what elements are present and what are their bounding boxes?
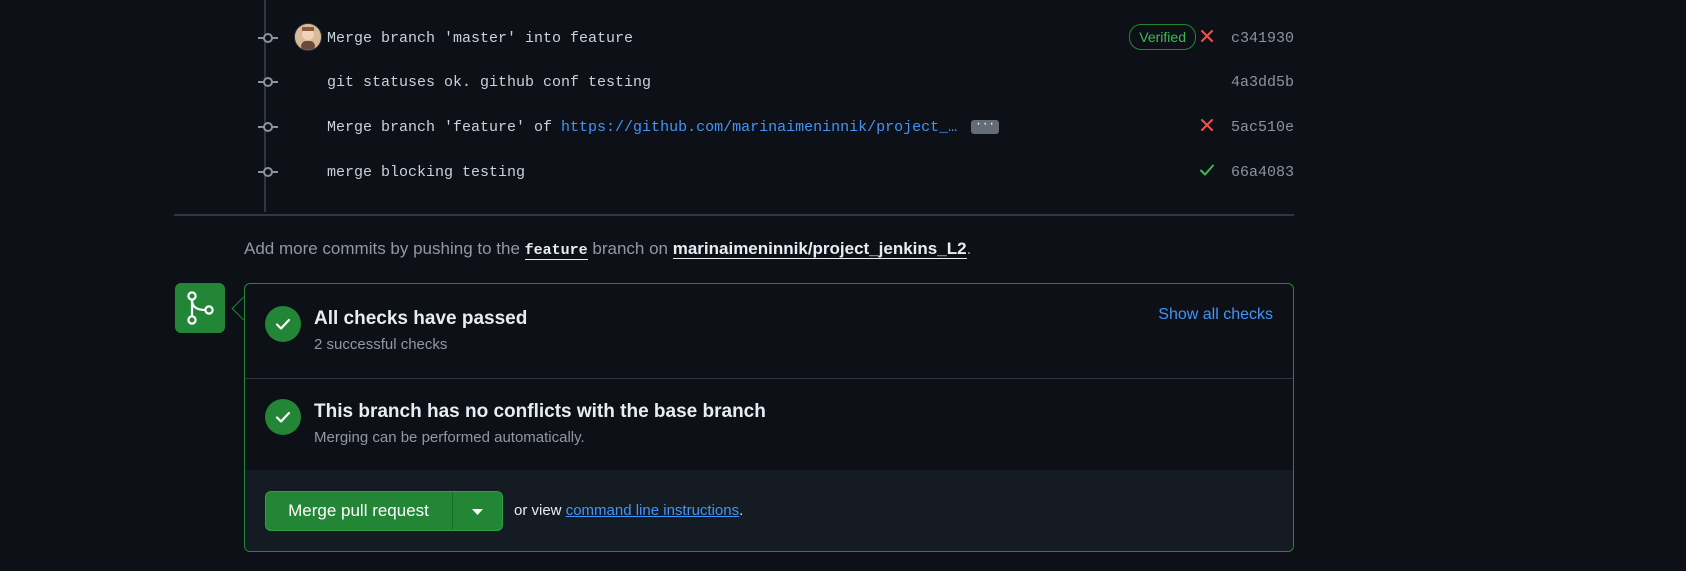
commit-row: merge blocking testing 66a4083 xyxy=(240,150,1294,194)
push-hint: Add more commits by pushing to the featu… xyxy=(244,239,972,260)
push-hint-middle: branch on xyxy=(587,239,673,258)
commit-node-icon xyxy=(258,167,278,177)
merge-options-dropdown[interactable] xyxy=(453,492,502,530)
commit-sha-link[interactable]: 4a3dd5b xyxy=(1231,74,1294,91)
commit-sha-link[interactable]: c341930 xyxy=(1231,30,1294,47)
conflicts-section: This branch has no conflicts with the ba… xyxy=(245,379,1293,470)
conflicts-subtitle: Merging can be performed automatically. xyxy=(314,429,585,446)
or-view-text: or view xyxy=(514,502,566,519)
commit-message-link[interactable]: https://github.com/marinaimeninnik/proje… xyxy=(561,119,957,136)
show-all-checks-link[interactable]: Show all checks xyxy=(1158,306,1273,324)
no-conflicts-icon xyxy=(265,399,301,435)
command-line-hint: or view command line instructions. xyxy=(514,502,743,519)
author-avatar[interactable] xyxy=(294,23,322,51)
merge-pull-request-button[interactable]: Merge pull request xyxy=(266,492,451,530)
commit-message[interactable]: git statuses ok. github conf testing xyxy=(327,74,651,91)
expand-message-button[interactable]: ··· xyxy=(971,120,1000,135)
failure-x-icon[interactable] xyxy=(1198,27,1216,45)
commit-node-icon xyxy=(258,122,278,132)
merge-button-group: Merge pull request xyxy=(265,491,503,531)
commit-node-icon xyxy=(258,77,278,87)
merge-box: All checks have passed 2 successful chec… xyxy=(244,283,1294,552)
verified-badge[interactable]: Verified xyxy=(1129,24,1196,50)
commit-row: Merge branch 'feature' of https://github… xyxy=(240,105,1294,149)
commit-message[interactable]: merge blocking testing xyxy=(327,164,525,181)
commit-row: git statuses ok. github conf testing 4a3… xyxy=(240,60,1294,104)
push-hint-suffix: . xyxy=(966,239,972,258)
push-hint-prefix: Add more commits by pushing to the xyxy=(244,239,525,258)
or-view-suffix: . xyxy=(739,502,744,519)
failure-x-icon[interactable] xyxy=(1198,116,1216,134)
checks-section: All checks have passed 2 successful chec… xyxy=(245,284,1293,378)
success-check-icon[interactable] xyxy=(1198,161,1216,179)
branch-name[interactable]: feature xyxy=(524,242,588,260)
commit-node-icon xyxy=(258,33,278,43)
command-line-instructions-link[interactable]: command line instructions xyxy=(566,502,739,519)
checks-subtitle: 2 successful checks xyxy=(314,336,448,353)
conflicts-title: This branch has no conflicts with the ba… xyxy=(314,401,766,422)
commit-message: Merge branch 'feature' of https://github… xyxy=(327,119,1000,136)
triangle-down-icon xyxy=(472,509,483,515)
git-merge-icon xyxy=(187,291,214,325)
commit-message[interactable]: Merge branch 'master' into feature xyxy=(327,30,633,47)
merge-actions: Merge pull request or view command line … xyxy=(245,470,1293,551)
checks-passed-icon xyxy=(265,306,301,342)
commit-row: Merge branch 'master' into feature Verif… xyxy=(240,16,1294,60)
commit-sha-link[interactable]: 66a4083 xyxy=(1231,164,1294,181)
commit-sha-link[interactable]: 5ac510e xyxy=(1231,119,1294,136)
repo-link[interactable]: marinaimeninnik/project_jenkins_L2 xyxy=(672,239,967,259)
timeline-divider xyxy=(174,214,1294,216)
checks-title: All checks have passed xyxy=(314,308,528,329)
merge-status-icon xyxy=(175,283,225,333)
commit-message-prefix[interactable]: Merge branch 'feature' of xyxy=(327,119,561,136)
